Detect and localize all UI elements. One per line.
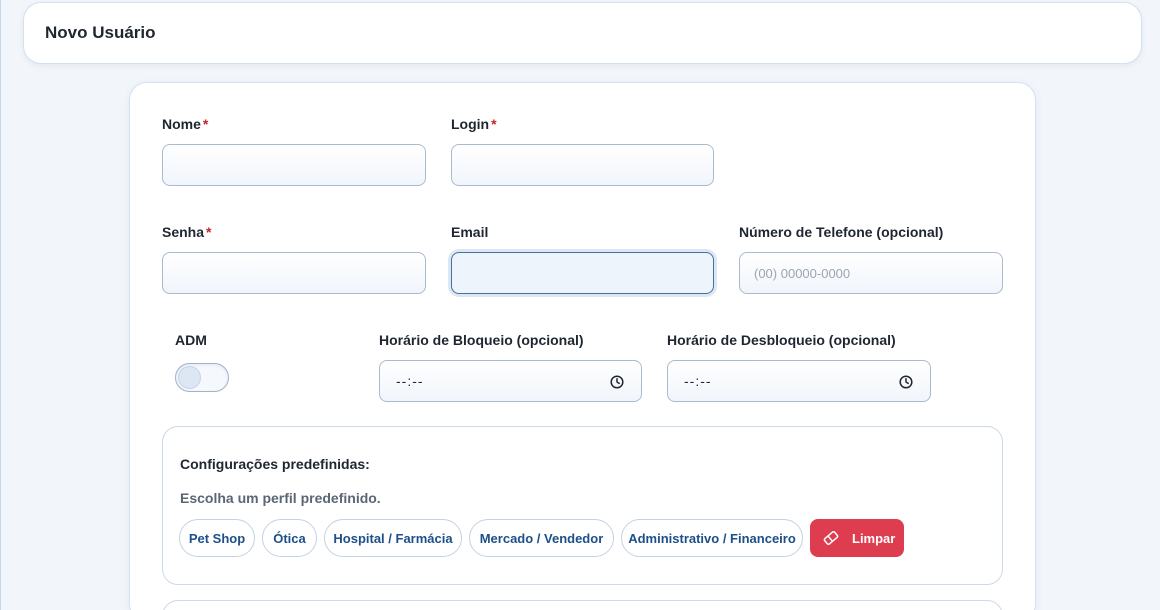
- page-header: Novo Usuário: [23, 2, 1142, 64]
- nome-label: Nome *: [162, 116, 208, 132]
- preset-pet-shop-button[interactable]: Pet Shop: [179, 519, 255, 557]
- nome-label-text: Nome: [162, 116, 201, 132]
- adm-toggle[interactable]: [175, 363, 229, 392]
- email-input[interactable]: [451, 252, 714, 294]
- senha-label-text: Senha: [162, 224, 205, 240]
- presets-title: Configurações predefinidas:: [180, 456, 370, 472]
- senha-label: Senha *: [162, 224, 211, 240]
- preset-administrativo-financeiro-button[interactable]: Administrativo / Financeiro: [621, 519, 803, 557]
- required-mark: *: [202, 116, 209, 132]
- presets-card: Configurações predefinidas: Escolha um p…: [162, 426, 1003, 585]
- preset-otica-button[interactable]: Ótica: [262, 519, 317, 557]
- unblock-time-value: --:--: [684, 373, 712, 389]
- phone-input[interactable]: [739, 252, 1003, 294]
- unblock-time-label: Horário de Desbloqueio (opcional): [667, 332, 896, 348]
- eraser-icon: [823, 531, 839, 545]
- adm-label: ADM: [175, 332, 207, 348]
- preset-mercado-vendedor-button[interactable]: Mercado / Vendedor: [469, 519, 614, 557]
- clear-button-label: Limpar: [852, 531, 896, 546]
- login-label: Login *: [451, 116, 497, 132]
- email-label: Email: [451, 224, 489, 240]
- clear-button[interactable]: Limpar: [810, 519, 904, 557]
- clock-icon[interactable]: [899, 375, 913, 389]
- nome-input[interactable]: [162, 144, 426, 186]
- required-mark: *: [491, 116, 497, 132]
- block-time-value: --:--: [396, 373, 424, 389]
- senha-input[interactable]: [162, 252, 426, 294]
- login-input[interactable]: [451, 144, 714, 186]
- unblock-time-input[interactable]: --:--: [667, 360, 931, 402]
- page-title: Novo Usuário: [45, 23, 156, 42]
- login-label-text: Login: [451, 116, 490, 132]
- block-time-label: Horário de Bloqueio (opcional): [379, 332, 584, 348]
- preset-hospital-farmacia-button[interactable]: Hospital / Farmácia: [324, 519, 462, 557]
- clock-icon[interactable]: [610, 375, 624, 389]
- phone-label: Número de Telefone (opcional): [739, 224, 944, 240]
- toggle-knob: [178, 366, 201, 389]
- page-edge: [0, 0, 1, 610]
- block-time-input[interactable]: --:--: [379, 360, 642, 402]
- next-section-card: [162, 600, 1003, 610]
- required-mark: *: [206, 224, 212, 240]
- presets-subtitle: Escolha um perfil predefinido.: [180, 490, 381, 506]
